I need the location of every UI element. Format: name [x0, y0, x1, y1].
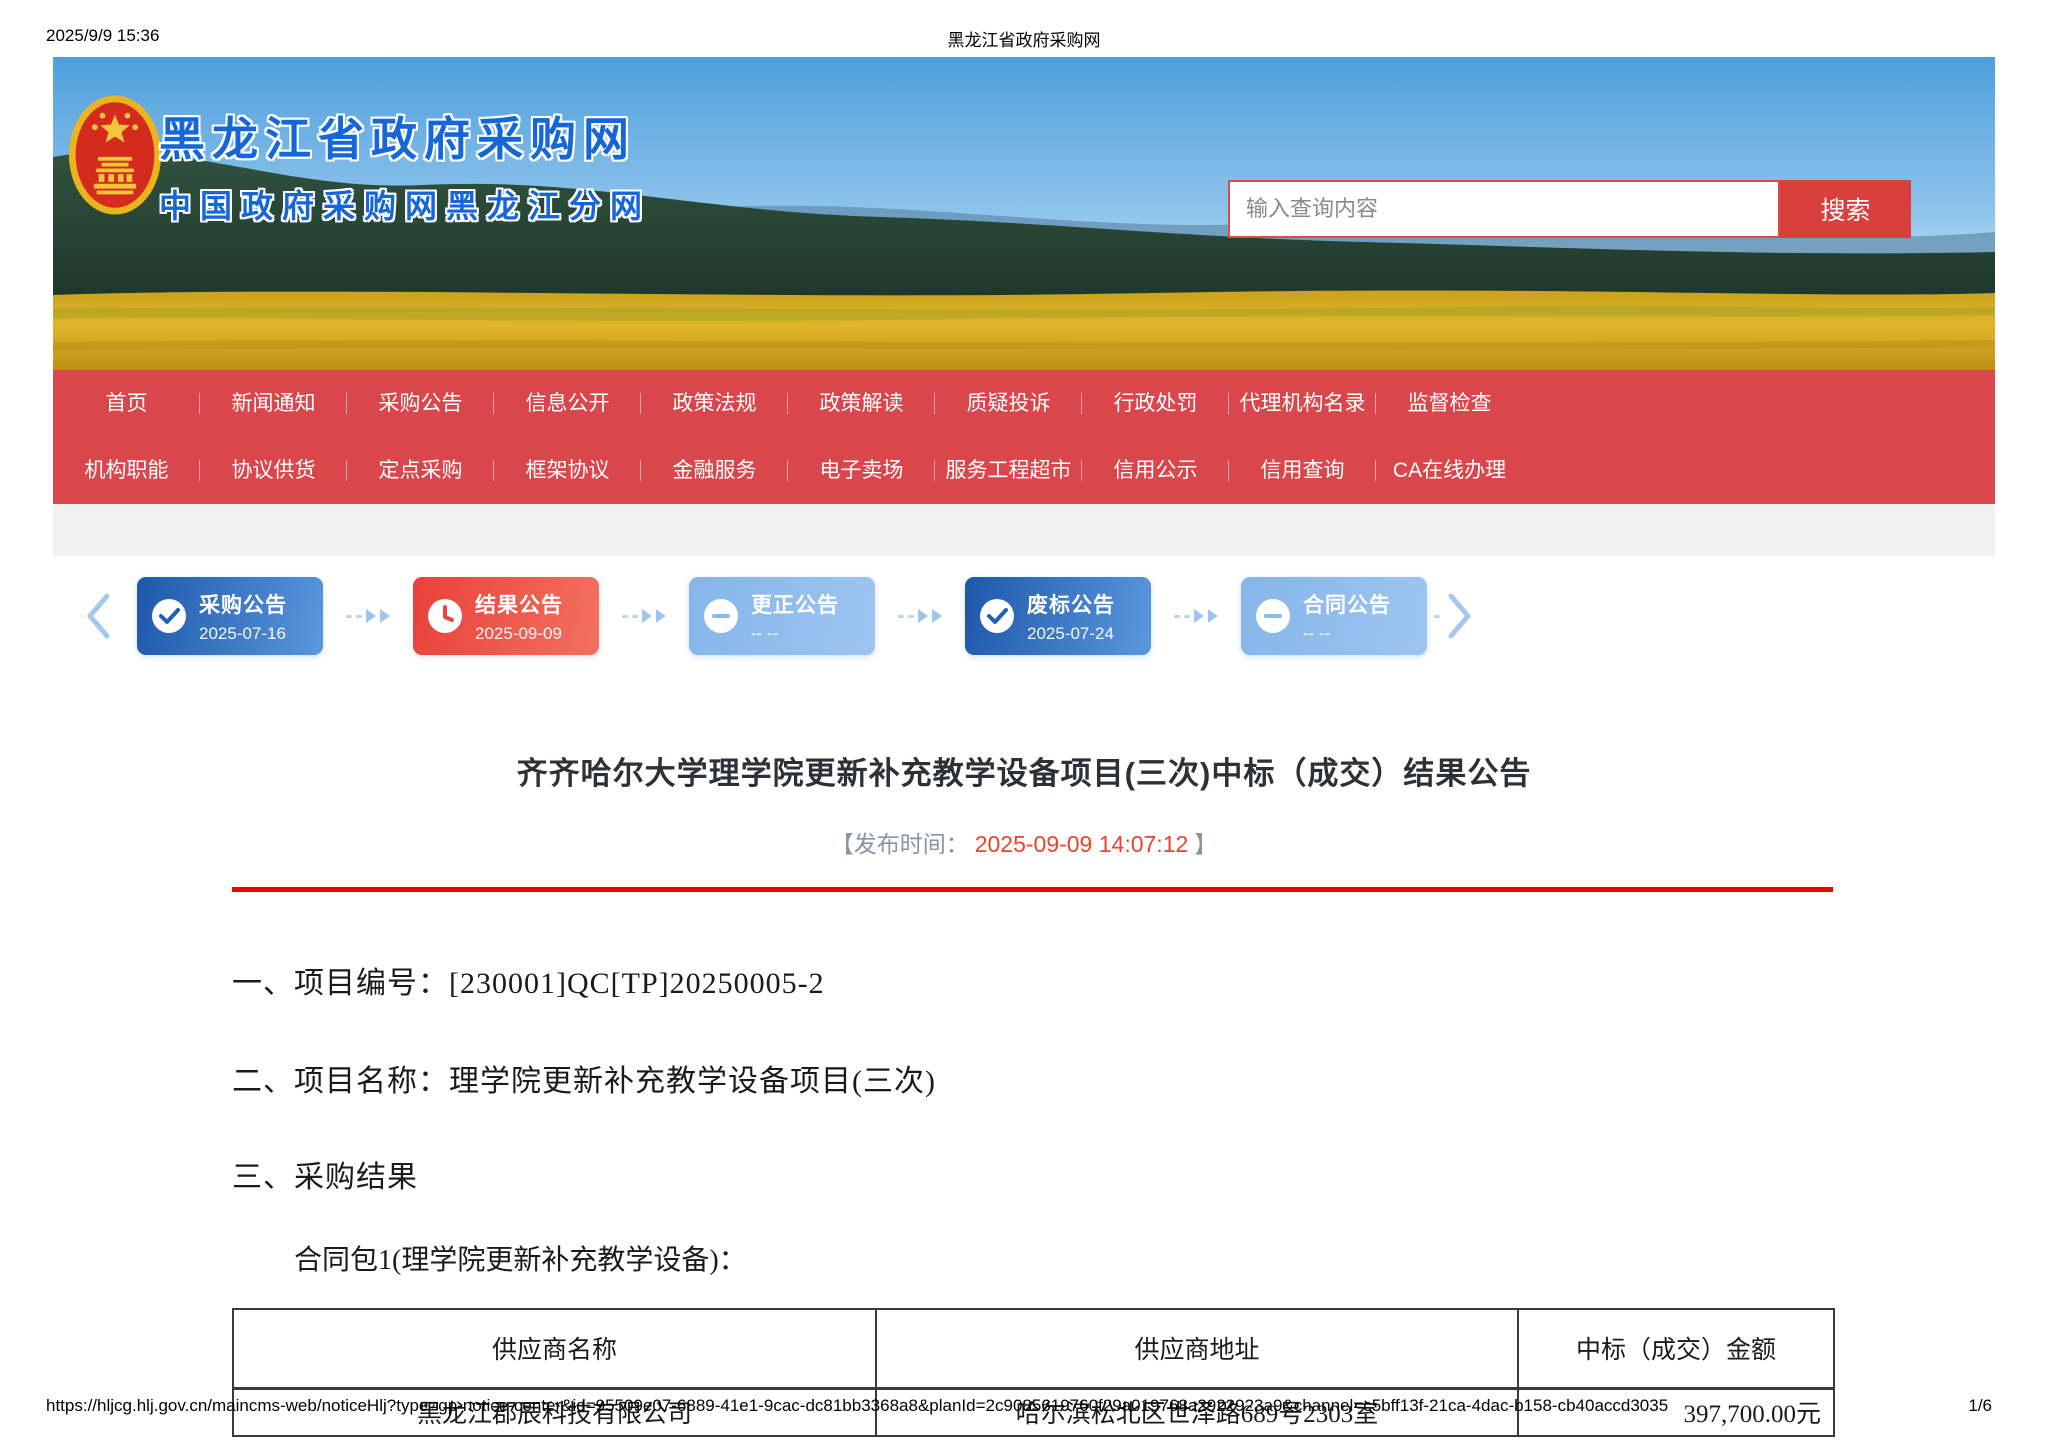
nav-item-procurement-notices[interactable]: 采购公告	[347, 370, 494, 437]
site-banner: 黑龙江省政府采购网 中国政府采购网黑龙江分网 搜索	[53, 57, 1995, 370]
nav-item-policies[interactable]: 政策法规	[641, 370, 788, 437]
timeline-step-label: 采购公告	[199, 589, 287, 619]
timeline-next-button[interactable]	[1447, 593, 1473, 639]
article-body: 一、项目编号：[230001]QC[TP]20250005-2 二、项目名称：理…	[232, 958, 1995, 1437]
content-column: 黑龙江省政府采购网 中国政府采购网黑龙江分网 搜索 首页 新闻通知 采购公告 信…	[53, 57, 1995, 1437]
timeline-prev-button[interactable]	[85, 593, 111, 639]
publish-line: 【发布时间：2025-09-09 14:07:12】	[53, 825, 1995, 859]
timeline-arrow	[323, 609, 413, 623]
nav-row-1: 首页 新闻通知 采购公告 信息公开 政策法规 政策解读 质疑投诉 行政处罚 代理…	[53, 370, 1523, 437]
project-number-line: 一、项目编号：[230001]QC[TP]20250005-2	[232, 958, 1995, 1002]
print-page-number: 1/6	[1968, 1396, 1992, 1416]
timeline-step-label: 结果公告	[475, 589, 563, 619]
table-header-row: 供应商名称 供应商地址 中标（成交）金额	[233, 1309, 1834, 1388]
nav-item-ca-online[interactable]: CA在线办理	[1376, 437, 1523, 504]
nav-item-agreement-supply[interactable]: 协议供货	[200, 437, 347, 504]
timeline-step-label: 更正公告	[751, 589, 839, 619]
header-supplier-address: 供应商地址	[876, 1309, 1518, 1388]
main-nav: 首页 新闻通知 采购公告 信息公开 政策法规 政策解读 质疑投诉 行政处罚 代理…	[53, 370, 1995, 504]
procurement-result-line: 三、采购结果	[232, 1152, 1995, 1196]
timeline-step-procurement-notice[interactable]: 采购公告 2025-07-16	[137, 577, 323, 655]
contract-package-line: 合同包1(理学院更新补充教学设备)：	[294, 1238, 1995, 1278]
article-title: 齐齐哈尔大学理学院更新补充教学设备项目(三次)中标（成交）结果公告	[53, 748, 1995, 793]
timeline-step-date: -- --	[1303, 624, 1391, 644]
print-doc-title: 黑龙江省政府采购网	[46, 26, 2002, 51]
publish-time: 2025-09-09 14:07:12	[975, 831, 1189, 857]
nav-item-e-market[interactable]: 电子卖场	[788, 437, 935, 504]
check-circle-icon	[979, 598, 1015, 634]
print-url: https://hljcg.hlj.gov.cn/maincms-web/not…	[46, 1396, 1668, 1416]
timeline-arrow	[875, 609, 965, 623]
minus-circle-icon	[703, 598, 739, 634]
search-button[interactable]: 搜索	[1780, 180, 1911, 238]
chevron-left-icon	[85, 593, 111, 639]
timeline-step-result-notice[interactable]: 结果公告 2025-09-09	[413, 577, 599, 655]
notice-timeline: 采购公告 2025-07-16 结果公告 2025-09-09	[85, 556, 1995, 676]
publish-prefix: 【发布时间：	[831, 831, 969, 857]
nav-item-service-supermarket[interactable]: 服务工程超市	[935, 437, 1082, 504]
nav-item-functions[interactable]: 机构职能	[53, 437, 200, 504]
nav-item-info-disclosure[interactable]: 信息公开	[494, 370, 641, 437]
gray-band	[53, 504, 1995, 556]
nav-item-agency-directory[interactable]: 代理机构名录	[1229, 370, 1376, 437]
page: 2025/9/9 15:36 黑龙江省政府采购网	[0, 0, 2048, 1447]
project-name-line: 二、项目名称：理学院更新补充教学设备项目(三次)	[232, 1056, 1995, 1100]
timeline-step-contract-notice[interactable]: 合同公告 -- --	[1241, 577, 1427, 655]
timeline-step-date: -- --	[751, 624, 839, 644]
chevron-right-icon	[1447, 593, 1473, 639]
timeline-step-label: 合同公告	[1303, 589, 1391, 619]
timeline-arrow	[599, 609, 689, 623]
result-table: 供应商名称 供应商地址 中标（成交）金额 黑龙江郡辰科技有限公司 哈尔滨松北区世…	[232, 1308, 1835, 1437]
search-input[interactable]	[1228, 180, 1780, 238]
timeline-step-date: 2025-09-09	[475, 624, 563, 644]
site-title: 黑龙江省政府采购网	[159, 103, 651, 169]
publish-suffix: 】	[1194, 831, 1217, 857]
timeline-step-correction-notice[interactable]: 更正公告 -- --	[689, 577, 875, 655]
clock-icon	[427, 598, 463, 634]
nav-item-financial-services[interactable]: 金融服务	[641, 437, 788, 504]
nav-item-supervision[interactable]: 监督检查	[1376, 370, 1523, 437]
nav-item-credit-query[interactable]: 信用查询	[1229, 437, 1376, 504]
nav-item-fixed-point[interactable]: 定点采购	[347, 437, 494, 504]
print-header: 2025/9/9 15:36 黑龙江省政府采购网	[46, 26, 2002, 48]
nav-row-2: 机构职能 协议供货 定点采购 框架协议 金融服务 电子卖场 服务工程超市 信用公…	[53, 437, 1523, 504]
check-circle-icon	[151, 598, 187, 634]
site-titles: 黑龙江省政府采购网 中国政府采购网黑龙江分网	[159, 103, 651, 227]
red-divider	[232, 887, 1833, 892]
nav-item-complaints[interactable]: 质疑投诉	[935, 370, 1082, 437]
site-subtitle: 中国政府采购网黑龙江分网	[159, 181, 651, 227]
nav-item-news[interactable]: 新闻通知	[200, 370, 347, 437]
header-award-amount: 中标（成交）金额	[1518, 1309, 1834, 1388]
nav-item-policy-interpretation[interactable]: 政策解读	[788, 370, 935, 437]
national-emblem-logo	[67, 93, 163, 217]
timeline-step-date: 2025-07-24	[1027, 624, 1115, 644]
timeline-step-date: 2025-07-16	[199, 624, 287, 644]
nav-item-penalties[interactable]: 行政处罚	[1082, 370, 1229, 437]
nav-item-framework[interactable]: 框架协议	[494, 437, 641, 504]
timeline-arrow	[1151, 609, 1241, 623]
minus-circle-icon	[1255, 598, 1291, 634]
nav-item-home[interactable]: 首页	[53, 370, 200, 437]
timeline-step-label: 废标公告	[1027, 589, 1115, 619]
search-box: 搜索	[1228, 180, 1911, 238]
header-supplier-name: 供应商名称	[233, 1309, 876, 1388]
timeline-step-cancellation-notice[interactable]: 废标公告 2025-07-24	[965, 577, 1151, 655]
nav-item-credit-publicity[interactable]: 信用公示	[1082, 437, 1229, 504]
